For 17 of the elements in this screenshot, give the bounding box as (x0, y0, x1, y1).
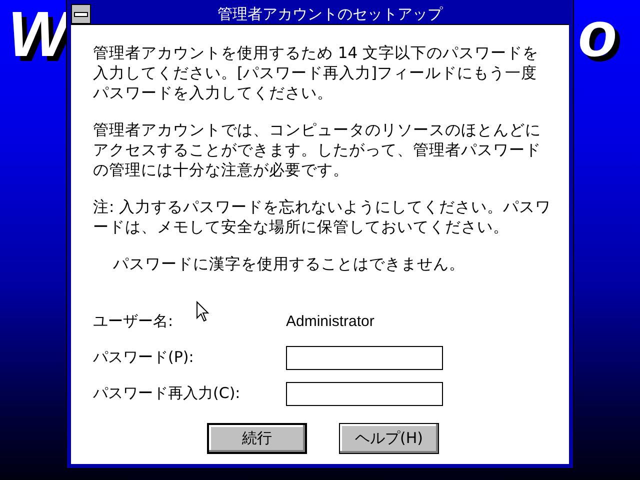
field-label: パスワード(P): (93, 348, 195, 367)
password-field[interactable] (286, 382, 443, 406)
system-menu-button[interactable] (71, 4, 91, 24)
instruction-text: 管理者アカウントを使用するため 14 文字以下のパスワードを入力してください。[パスワード再入力]フィールドにもう一度パスワードを入力してください。 (93, 43, 540, 103)
mouse-pointer-icon (196, 301, 210, 323)
window-title: 管理者アカウントのセットアップ (216, 4, 444, 24)
password-field[interactable] (286, 346, 443, 370)
instruction-text: 注: 入力するパスワードを忘れないようにしてください。パスワードは、メモして安全な場所に保管しておいてください。 (93, 197, 552, 237)
logo-fragment: W (8, 2, 68, 66)
field-label: ユーザー名: (93, 312, 174, 331)
dialog-button[interactable]: 続行 (207, 423, 307, 454)
dialog-button[interactable]: ヘルプ(H) (339, 423, 439, 454)
instruction-text: パスワードに漢字を使用することはできません。 (112, 254, 466, 274)
instruction-text: 管理者アカウントでは、コンピュータのリソースのほとんどにアクセスすることができます。したがって、管理者パスワードの管理には十分な注意が必要です。 (93, 120, 542, 180)
user-name-value: Administrator (286, 313, 374, 330)
field-label: パスワード再入力(C): (93, 384, 242, 403)
logo-fragment: o (578, 2, 618, 66)
